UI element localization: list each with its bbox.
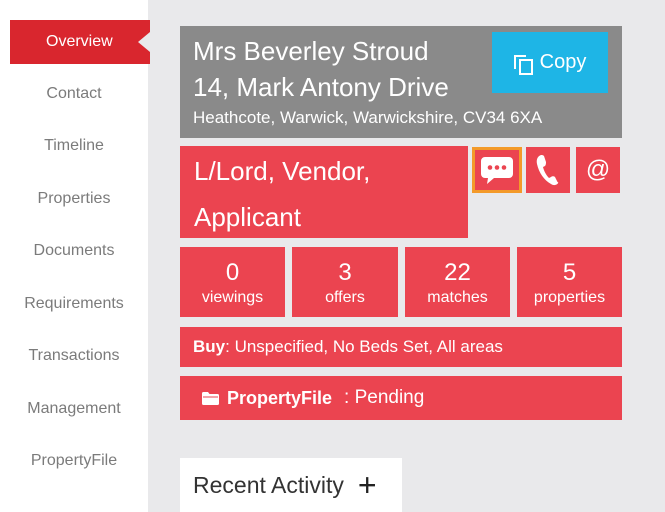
- propertyfile-status: : Pending: [344, 387, 425, 408]
- stat-label: properties: [533, 289, 606, 306]
- buy-details: : Unspecified, No Beds Set, All areas: [225, 337, 503, 356]
- copy-icon: [513, 54, 533, 75]
- sidebar-item-overview[interactable]: Overview: [10, 20, 150, 64]
- folder-icon: [202, 391, 219, 405]
- stat-value: 5: [562, 259, 577, 286]
- at-sign-icon: @: [585, 156, 611, 183]
- call-button[interactable]: [526, 147, 570, 193]
- speech-bubble-icon: [481, 157, 513, 184]
- copy-button-label: Copy: [539, 51, 587, 73]
- sidebar: Overview Contact Timeline Properties Doc…: [0, 0, 150, 512]
- propertyfile-status-bar[interactable]: PropertyFile : Pending: [180, 376, 622, 420]
- recent-activity-tab[interactable]: Recent Activity +: [180, 458, 402, 512]
- contact-address: 14, Mark Antony Drive: [193, 72, 449, 102]
- recent-activity-title: Recent Activity: [193, 471, 344, 498]
- stat-label: viewings: [201, 289, 264, 306]
- contact-header-card: Mrs Beverley Stroud 14, Mark Antony Driv…: [180, 26, 622, 138]
- message-button[interactable]: [472, 147, 522, 193]
- stat-viewings[interactable]: 0 viewings: [180, 247, 285, 317]
- email-button[interactable]: @: [576, 147, 620, 193]
- roles-line-2: Applicant: [194, 202, 301, 232]
- contact-locality: Heathcote, Warwick, Warwickshire, CV34 6…: [193, 108, 543, 127]
- propertyfile-logo: PropertyFile: [227, 387, 333, 408]
- stat-matches[interactable]: 22 matches: [405, 247, 510, 317]
- stat-label: offers: [325, 289, 365, 306]
- sidebar-item-contact[interactable]: Contact: [0, 72, 148, 116]
- contact-roles: L/Lord, Vendor, Applicant: [180, 146, 468, 238]
- stat-label: matches: [427, 289, 488, 306]
- roles-line-1: L/Lord, Vendor,: [194, 156, 371, 186]
- sidebar-item-propertyfile[interactable]: PropertyFile: [0, 439, 148, 483]
- contact-name: Mrs Beverley Stroud: [193, 36, 429, 66]
- sidebar-item-management[interactable]: Management: [0, 387, 148, 431]
- buy-label: Buy: [193, 337, 226, 356]
- stat-value: 22: [444, 259, 471, 286]
- sidebar-item-documents[interactable]: Documents: [0, 229, 148, 273]
- copy-button[interactable]: Copy: [492, 32, 608, 93]
- stat-offers[interactable]: 3 offers: [292, 247, 398, 317]
- sidebar-item-properties[interactable]: Properties: [0, 177, 148, 221]
- add-activity-icon[interactable]: +: [358, 469, 377, 501]
- sidebar-item-transactions[interactable]: Transactions: [0, 334, 148, 378]
- sidebar-item-timeline[interactable]: Timeline: [0, 124, 148, 168]
- sidebar-item-requirements[interactable]: Requirements: [0, 282, 148, 326]
- stat-value: 3: [338, 259, 352, 286]
- phone-icon: [536, 155, 559, 186]
- stat-value: 0: [225, 259, 240, 286]
- buy-requirement-bar[interactable]: Buy : Unspecified, No Beds Set, All area…: [180, 327, 622, 367]
- stat-properties[interactable]: 5 properties: [517, 247, 622, 317]
